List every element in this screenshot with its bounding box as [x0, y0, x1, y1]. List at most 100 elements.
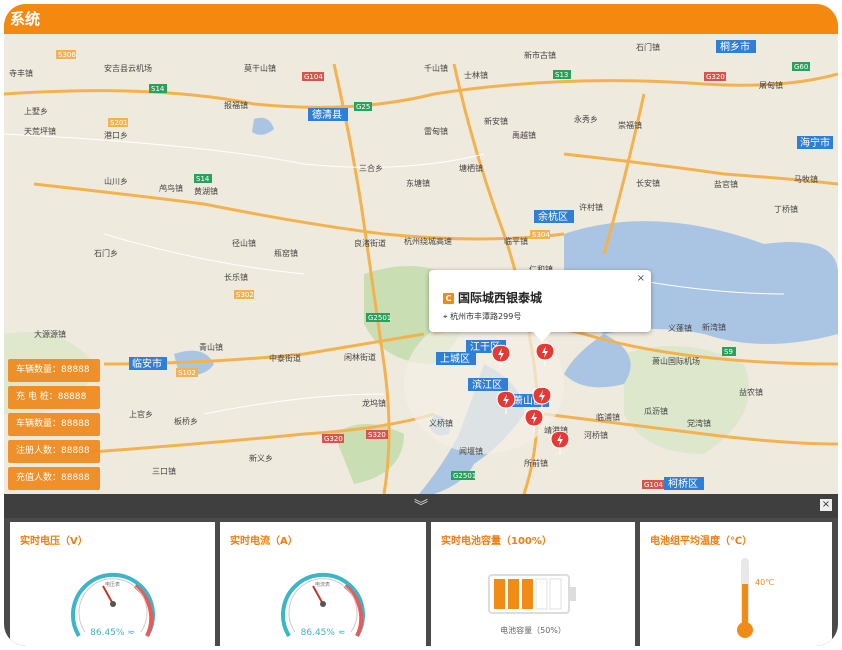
map-label: 港口乡 [104, 130, 128, 140]
map-label: 径山镇 [232, 238, 256, 248]
highway-shield: G2501 [453, 472, 476, 480]
map-label: 鸬鸟镇 [159, 183, 183, 193]
map-label: 莫干山镇 [244, 63, 276, 73]
map-label: 新义乡 [249, 453, 273, 463]
map-label: 河桥镇 [584, 430, 608, 440]
stat-vehicle-count: 车辆数量：88888 [8, 359, 100, 382]
highway-shield: S102 [178, 369, 196, 377]
map-label: 三口镇 [152, 466, 176, 476]
highway-shield: G60 [794, 63, 808, 71]
map-label: 禹越镇 [512, 130, 536, 140]
map-label: 士林镇 [464, 70, 488, 80]
battery-label: 电池容量（50%） [500, 626, 566, 635]
map-label: 良渚街道 [354, 238, 386, 248]
voltage-card-title: 实时电压（V） [20, 536, 88, 547]
map-label: 石门乡 [94, 248, 118, 258]
map-label: 永秀乡 [574, 114, 598, 124]
map-label: 杭州绕城高速 [404, 236, 452, 246]
map-view[interactable]: 寺丰镇 安吉县云机场 莫干山镇 千山镇 士林镇 新市古镇 石门镇 上墅乡 天荒坪… [4, 34, 838, 494]
map-label: 板桥乡 [174, 416, 198, 426]
map-label: 临浦镇 [596, 412, 620, 422]
battery-card-title: 实时电池容量（100%） [441, 536, 552, 547]
highway-shield: G320 [706, 73, 725, 81]
current-value: 86.45% ≈ [300, 628, 346, 638]
highway-shield: S13 [555, 71, 568, 79]
map-label: 盐官镇 [714, 179, 738, 189]
district-label: 海宁市 [800, 136, 830, 149]
stat-recharge-users: 充值人数：88888 [8, 467, 100, 490]
panel-close-button[interactable]: × [820, 499, 832, 511]
station-popup[interactable]: × C 国际城西银泰城 ⌖ 杭州市丰潭路299号 [429, 270, 651, 342]
district-label: 德清县 [312, 108, 342, 121]
battery-icon [488, 574, 576, 614]
stat-vehicle-count-2: 车辆数量：88888 [8, 413, 100, 436]
map-label: 石门镇 [636, 42, 660, 52]
map-label: 三合乡 [359, 163, 383, 173]
highway-shield: S14 [196, 175, 210, 183]
map-label: 东塘镇 [406, 178, 430, 188]
map-label: 报福镇 [224, 100, 248, 110]
bottom-panel-bar: ︾ × [4, 494, 838, 518]
map-label: 雷甸镇 [424, 126, 448, 136]
temperature-card-title: 电池组平均温度（℃） [650, 536, 753, 547]
district-label: 余杭区 [538, 210, 568, 223]
map-label: 党湾镇 [687, 418, 711, 428]
highway-shield: S201 [110, 119, 128, 127]
voltage-card: 实时电压（V） 电压表 86.45% ≈ [10, 522, 215, 646]
highway-shield: S304 [532, 231, 550, 239]
highway-shield: S14 [151, 85, 165, 93]
map-label: 瓶窑镇 [274, 248, 298, 258]
voltage-value: 86.45% ≈ [90, 628, 135, 638]
map-label: 丁桥镇 [774, 204, 798, 214]
highway-shield: G2501 [368, 314, 391, 322]
map-label: 新湾镇 [702, 322, 726, 332]
stat-charger-count: 充 电 桩：88888 [8, 386, 100, 409]
voltage-dial-label: 电压表 [105, 581, 120, 588]
map-label: 龙坞镇 [362, 398, 386, 408]
thermometer-icon [737, 558, 753, 638]
location-icon: ⌖ [443, 312, 451, 321]
map-label: 崇福镇 [618, 120, 642, 130]
map-label: 新市古镇 [524, 50, 556, 60]
temperature-card: 电池组平均温度（℃） 40℃ [640, 522, 832, 646]
map-label: 益农镇 [739, 387, 763, 397]
popup-address: ⌖ 杭州市丰潭路299号 [443, 311, 521, 322]
station-badge-icon: C [443, 293, 454, 304]
app-frame: 系统 寺丰镇 安吉县云机场 莫干山镇 千山镇 士林镇 新市古镇 石门镇 上墅乡 … [4, 4, 838, 646]
stat-registered-users: 注册人数：88888 [8, 440, 100, 463]
district-label: 桐乡市 [720, 40, 750, 53]
popup-close-button[interactable]: × [637, 273, 645, 284]
map-label: 长安镇 [636, 178, 660, 188]
popup-title: C 国际城西银泰城 [443, 289, 542, 306]
highway-shield: G104 [644, 481, 663, 489]
map-label: 大源源镇 [34, 329, 66, 339]
highway-shield: G25 [356, 103, 370, 111]
map-label: 闲林街道 [344, 352, 376, 362]
popup-address-text: 杭州市丰潭路299号 [450, 312, 522, 321]
map-label: 马牧镇 [794, 174, 818, 184]
map-label: 许村镇 [579, 202, 603, 212]
popup-title-text: 国际城西银泰城 [458, 291, 543, 305]
map-label: 义蓬镇 [668, 323, 692, 333]
map-label: 闻堰镇 [459, 446, 483, 456]
map-label: 屠甸镇 [759, 80, 783, 90]
highway-shield: S9 [724, 348, 733, 356]
map-label: 黄湖镇 [194, 186, 218, 196]
stats-column: 车辆数量：88888 充 电 桩：88888 车辆数量：88888 注册人数：8… [8, 359, 100, 494]
district-label: 柯桥区 [668, 477, 698, 490]
highway-shield: G104 [304, 73, 323, 81]
highway-shield: S302 [236, 291, 254, 299]
map-label: 青山镇 [199, 342, 223, 352]
map-label: 萧山国际机场 [652, 356, 700, 366]
map-label: 新安镇 [484, 116, 508, 126]
map-label: 塘栖镇 [459, 163, 483, 173]
map-label: 长乐镇 [224, 272, 248, 282]
map-label: 所前镇 [524, 458, 548, 468]
map-label: 义桥镇 [429, 418, 453, 428]
map-label: 瓜沥镇 [644, 406, 668, 416]
district-label: 临安市 [132, 357, 162, 370]
highway-shield: S320 [368, 431, 386, 439]
collapse-chevron-icon[interactable]: ︾ [414, 496, 428, 516]
current-card: 实时电流（A） 电流表 86.45% ≈ [220, 522, 426, 646]
metrics-panel: 实时电压（V） 电压表 86.45% ≈ 实时电流（A） 电流表 86.45% … [4, 518, 838, 646]
